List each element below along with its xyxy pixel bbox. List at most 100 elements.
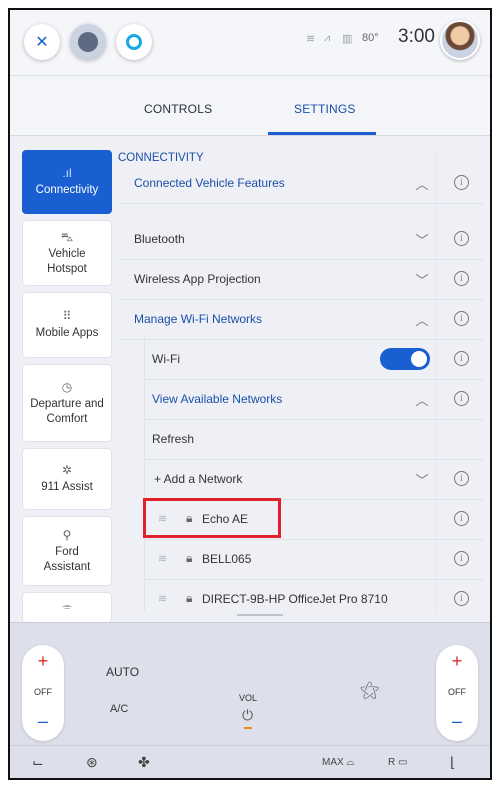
row-label: Connected Vehicle Features (134, 176, 285, 190)
network-row-bell065[interactable]: ≋ 🔒︎ BELL065 i (144, 540, 484, 580)
info-icon[interactable]: i (454, 511, 469, 526)
network-name: BELL065 (202, 552, 252, 566)
seat-fan-icon[interactable]: ⚝ (360, 679, 379, 702)
row-label: Wi-Fi (152, 352, 180, 366)
sidebar-item-departure-comfort[interactable]: ◷ Departure and Comfort (22, 364, 112, 442)
clock-icon: ◷ (61, 379, 73, 394)
heated-wheel-icon[interactable]: ⊛ (86, 754, 98, 771)
lock-icon: 🔒︎ (186, 551, 193, 565)
chevron-down-icon[interactable]: ﹀ (414, 470, 430, 489)
passenger-temp-up-button[interactable]: + (436, 651, 478, 672)
row-label: Manage Wi-Fi Networks (134, 312, 263, 326)
sidebar-item-label: Departure and Comfort (30, 397, 104, 425)
lock-icon: 🔒︎ (186, 591, 193, 605)
sidebar-item-label: Mobile Apps (35, 327, 99, 339)
sidebar-item-mobile-apps[interactable]: ⠿ Mobile Apps (22, 292, 112, 358)
climate-shortcuts: ⌙ ⊛ ✤ MAX ⌓ R ▭ ⌊ (10, 745, 490, 778)
info-icon[interactable]: i (454, 551, 469, 566)
volume-label: VOL (239, 693, 258, 703)
sidebar-item-vehicle-hotspot[interactable]: ⛍ Vehicle Hotspot (22, 220, 112, 286)
clock: 3:00 (398, 26, 435, 47)
volume-indicator (244, 727, 252, 729)
sidebar-item-label: Ford Assistant (43, 545, 91, 573)
assistant-button[interactable] (116, 24, 152, 60)
tab-controls[interactable]: CONTROLS (144, 102, 212, 116)
chevron-down-icon[interactable]: ﹀ (414, 230, 430, 249)
seat-icon[interactable]: ⌊ (450, 754, 455, 771)
sidebar-item-connectivity[interactable]: .ıl Connectivity (22, 150, 112, 214)
row-label: Refresh (152, 432, 195, 446)
section-title: CONNECTIVITY (118, 152, 204, 164)
row-label: View Available Networks (152, 392, 283, 406)
fan-icon[interactable]: ✤ (138, 754, 150, 771)
sidebar-item-label: Vehicle Hotspot (47, 247, 87, 275)
alexa-ring-icon (126, 34, 142, 50)
row-label: + Add a Network (154, 472, 243, 486)
driver-temp-value: OFF (34, 687, 52, 697)
chevron-up-icon[interactable]: ︿ (414, 310, 430, 329)
vehicle-icon (78, 32, 98, 52)
close-icon: ✕ (35, 34, 49, 51)
chevron-down-icon[interactable]: ﹀ (414, 270, 430, 289)
active-tab-indicator (268, 132, 376, 135)
car-hotspot-icon: ⛍ (60, 229, 74, 244)
row-wireless-app-projection[interactable]: Wireless App Projection ﹀ i (118, 260, 484, 300)
row-wifi: Wi-Fi i (144, 340, 484, 380)
highlight-box (143, 498, 281, 538)
info-icon[interactable]: i (454, 391, 469, 406)
cellular-status-icon: ▥ (342, 33, 353, 45)
climate-bar: + OFF – AUTO A/C VOL ⏻ ⚝ + OFF – ⌙ ⊛ ✤ M… (10, 622, 490, 778)
rear-defrost-button[interactable]: R ▭ (388, 757, 407, 768)
driver-temp-down-button[interactable]: – (22, 711, 64, 732)
tab-bar: CONTROLS SETTINGS (10, 76, 490, 136)
signal-status-icon: ⩘ (324, 32, 331, 44)
row-refresh[interactable]: Refresh (144, 420, 484, 460)
row-connected-vehicle-features[interactable]: Connected Vehicle Features ︿ i (118, 164, 484, 204)
driver-temp-control[interactable]: + OFF – (22, 645, 64, 741)
network-name: DIRECT-9B-HP OfficeJet Pro 8710 (202, 592, 388, 606)
driver-temp-up-button[interactable]: + (22, 651, 64, 672)
row-manage-wifi-networks[interactable]: Manage Wi-Fi Networks ︿ i (118, 300, 484, 340)
outside-temperature: 80° (362, 32, 379, 44)
max-defrost-button[interactable]: MAX ⌓ (322, 757, 354, 768)
sidebar-item-911-assist[interactable]: ✲ 911 Assist (22, 448, 112, 510)
info-icon[interactable]: i (454, 175, 469, 190)
scroll-indicator[interactable] (237, 614, 283, 616)
max-label: MAX (322, 757, 344, 768)
ac-button[interactable]: A/C (110, 703, 128, 715)
wifi-signal-icon: ≋ (158, 593, 168, 605)
passenger-temp-value: OFF (448, 687, 466, 697)
person-icon: ⚲ (62, 527, 72, 542)
info-icon[interactable]: i (454, 231, 469, 246)
wifi-signal-icon: ≋ (158, 553, 168, 565)
chevron-up-icon[interactable]: ︿ (414, 390, 430, 409)
auto-button[interactable]: AUTO (106, 665, 139, 679)
profile-avatar[interactable] (440, 20, 480, 60)
sidebar-item-partial[interactable]: ⌯ (22, 592, 112, 622)
vehicle-button[interactable] (70, 24, 106, 60)
top-status-bar: ✕ ≋ ⩘ ▥ 80° 3:00 (10, 10, 490, 76)
info-icon[interactable]: i (454, 351, 469, 366)
chevron-up-icon[interactable]: ︿ (414, 174, 430, 193)
row-view-available-networks[interactable]: View Available Networks ︿ i (144, 380, 484, 420)
passenger-temp-control[interactable]: + OFF – (436, 645, 478, 741)
rear-label: R (388, 757, 396, 768)
apps-grid-icon: ⠿ (62, 309, 72, 323)
settings-sidebar: .ıl Connectivity ⛍ Vehicle Hotspot ⠿ Mob… (22, 150, 112, 622)
row-add-network[interactable]: + Add a Network ﹀ i (144, 460, 484, 500)
info-icon[interactable]: i (454, 271, 469, 286)
sidebar-item-ford-assistant[interactable]: ⚲ Ford Assistant (22, 516, 112, 586)
info-icon[interactable]: i (454, 471, 469, 486)
info-icon[interactable]: i (454, 311, 469, 326)
network-row-direct-hp[interactable]: ≋ 🔒︎ DIRECT-9B-HP OfficeJet Pro 8710 i (144, 580, 484, 612)
power-icon[interactable]: ⏻ (242, 707, 253, 724)
info-icon[interactable]: i (454, 591, 469, 606)
sidebar-item-label: Connectivity (35, 184, 99, 196)
heated-seat-icon[interactable]: ⌙ (32, 754, 44, 771)
passenger-temp-down-button[interactable]: – (436, 711, 478, 732)
wifi-toggle[interactable] (380, 348, 430, 370)
close-button[interactable]: ✕ (24, 24, 60, 60)
tab-settings[interactable]: SETTINGS (294, 102, 356, 116)
row-bluetooth[interactable]: Bluetooth ﹀ i (118, 220, 484, 260)
signal-icon: .ıl (62, 166, 72, 180)
